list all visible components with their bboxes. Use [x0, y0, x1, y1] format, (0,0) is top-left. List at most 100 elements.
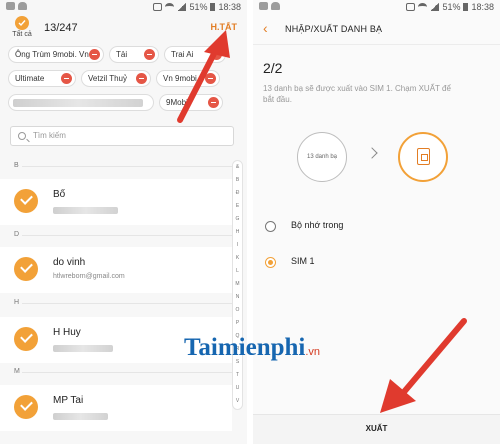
- wifi-icon: [165, 3, 175, 11]
- index-letter[interactable]: N: [233, 291, 242, 304]
- select-all-label: Tất cả: [12, 31, 32, 38]
- remove-icon[interactable]: [144, 49, 155, 60]
- mute-icon: [406, 3, 416, 11]
- source-contacts: 13 danh bạ: [297, 132, 347, 182]
- option-internal-storage[interactable]: Bộ nhớ trong: [253, 209, 500, 245]
- option-label: SIM 1: [291, 256, 315, 266]
- redacted-name: [13, 99, 143, 107]
- annotation-arrow: [177, 30, 230, 123]
- android-icon: [18, 2, 27, 10]
- chip[interactable]: Ông Trùm 9mobi. Vn: [8, 46, 104, 63]
- index-letter[interactable]: V: [233, 395, 242, 408]
- search-placeholder: Tìm kiếm: [33, 131, 66, 140]
- radio-button[interactable]: [265, 257, 276, 268]
- index-letter[interactable]: K: [233, 252, 242, 265]
- chip-label: Tải: [116, 50, 128, 59]
- annotation-arrow: [380, 318, 467, 413]
- index-letter[interactable]: O: [233, 304, 242, 317]
- check-icon[interactable]: [14, 327, 38, 351]
- divider: [22, 372, 232, 373]
- index-letter[interactable]: T: [233, 369, 242, 382]
- step-indicator: 2/2: [263, 60, 283, 76]
- notification-icon: [259, 2, 268, 10]
- bottom-action-bar: XUẤT: [253, 414, 500, 444]
- contact-row[interactable]: do vinh htlwreborn@gmail.com: [0, 247, 232, 293]
- back-icon[interactable]: ‹: [263, 20, 268, 36]
- remove-icon[interactable]: [89, 49, 100, 60]
- index-letter[interactable]: M: [233, 278, 242, 291]
- search-icon: [18, 132, 26, 140]
- battery-icon: [463, 3, 469, 11]
- chip[interactable]: Ultimate: [8, 70, 76, 87]
- contact-row[interactable]: Bố: [0, 179, 232, 225]
- index-letter[interactable]: P: [233, 317, 242, 330]
- section-letter: B: [14, 162, 19, 169]
- mute-icon: [153, 3, 163, 11]
- check-icon[interactable]: [14, 395, 38, 419]
- battery-icon: [210, 3, 216, 11]
- index-letter[interactable]: B: [233, 174, 242, 187]
- check-icon: [15, 16, 29, 30]
- watermark-logo: Taimienphi.vn: [184, 334, 320, 362]
- chip-label: Ultimate: [15, 74, 45, 83]
- chip[interactable]: [8, 94, 154, 111]
- battery-level: 51%: [189, 2, 208, 12]
- clock: 18:38: [218, 2, 241, 12]
- redacted-info: [53, 345, 113, 352]
- status-bar: 51% 18:38: [253, 0, 500, 14]
- status-bar: 51% 18:38: [0, 0, 247, 14]
- wifi-icon: [418, 3, 428, 11]
- index-letter[interactable]: I: [233, 239, 242, 252]
- index-letter[interactable]: U: [233, 382, 242, 395]
- contact-name: MP Tai: [53, 395, 84, 406]
- remove-icon[interactable]: [61, 73, 72, 84]
- select-all-checkbox[interactable]: Tất cả: [10, 16, 34, 38]
- redacted-info: [53, 413, 108, 420]
- contact-row[interactable]: MP Tai: [0, 385, 232, 431]
- chevron-right-icon: [366, 147, 378, 159]
- divider: [22, 303, 232, 304]
- divider: [253, 44, 500, 45]
- sim-card-icon: [417, 148, 430, 165]
- contact-name: Bố: [53, 189, 66, 200]
- section-letter: H: [14, 299, 20, 306]
- check-icon[interactable]: [14, 189, 38, 213]
- signal-icon: [177, 3, 187, 11]
- watermark-text: Taimienphi: [184, 334, 306, 361]
- signal-icon: [430, 3, 440, 11]
- chip[interactable]: Vetzil Thuỷ: [81, 70, 151, 87]
- source-label: 13 danh bạ: [306, 154, 338, 160]
- section-letter: M: [14, 368, 20, 375]
- contact-email: htlwreborn@gmail.com: [53, 273, 125, 280]
- index-letter[interactable]: H: [233, 226, 242, 239]
- destination-sim: [398, 132, 448, 182]
- divider: [22, 235, 232, 236]
- chip-label: Vetzil Thuỷ: [88, 74, 127, 83]
- contact-name: do vinh: [53, 257, 86, 268]
- check-icon[interactable]: [14, 257, 38, 281]
- option-sim-1[interactable]: SIM 1: [253, 245, 500, 281]
- index-letter[interactable]: E: [233, 200, 242, 213]
- radio-button[interactable]: [265, 221, 276, 232]
- clock: 18:38: [471, 2, 494, 12]
- battery-level: 51%: [442, 2, 461, 12]
- description: 13 danh bạ sẽ được xuất vào SIM 1. Chạm …: [263, 84, 451, 104]
- remove-icon[interactable]: [136, 73, 147, 84]
- chip-label: Ông Trùm 9mobi. Vn: [15, 50, 89, 59]
- contact-name: H Huy: [53, 327, 81, 338]
- section-letter: D: [14, 231, 20, 238]
- alphabet-index-scroller[interactable]: & B Đ E G H I K L M N O P Q R S T U V: [232, 160, 243, 410]
- selected-count: 13/247: [44, 22, 78, 34]
- index-letter[interactable]: G: [233, 213, 242, 226]
- index-letter[interactable]: Đ: [233, 187, 242, 200]
- option-label: Bộ nhớ trong: [291, 220, 344, 230]
- watermark-suffix: .vn: [305, 346, 321, 358]
- index-letter[interactable]: &: [233, 161, 242, 174]
- divider: [22, 166, 232, 167]
- page-title: NHẬP/XUẤT DANH BẠ: [285, 24, 383, 34]
- index-letter[interactable]: L: [233, 265, 242, 278]
- chip[interactable]: Tải: [109, 46, 159, 63]
- search-input[interactable]: Tìm kiếm: [10, 126, 234, 146]
- notification-icon: [6, 2, 15, 10]
- export-button[interactable]: XUẤT: [253, 424, 500, 433]
